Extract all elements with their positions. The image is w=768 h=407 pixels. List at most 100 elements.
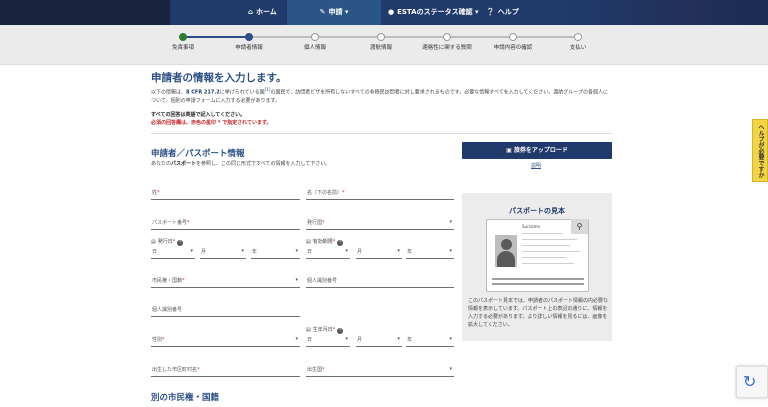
issue-month-select[interactable]: 月 ▾ bbox=[200, 245, 246, 259]
chevron-down-icon: ▾ bbox=[295, 277, 298, 283]
progress-step-label: 免責事項 bbox=[171, 45, 195, 51]
nav-home[interactable]: ⌂ ホーム bbox=[248, 0, 277, 25]
dob-year-label: 年 bbox=[407, 337, 413, 343]
nav-home-label: ホーム bbox=[256, 8, 277, 16]
person-photo-icon bbox=[495, 235, 517, 267]
passport-line bbox=[522, 233, 562, 234]
progress-step-label: 渡航情報 bbox=[369, 45, 393, 51]
required-marker: * bbox=[162, 337, 165, 343]
required-fields-note: 必須の回答欄は、赤色の星印 * で指定されています。 bbox=[151, 120, 272, 126]
chevron-down-icon: ▾ bbox=[397, 248, 400, 254]
dob-day-select[interactable]: 日 ▾ bbox=[306, 333, 350, 347]
page: ⌂ ホーム ✎ 申請 ▾ ● ESTAのステータス確認 ▾ ❔ ヘルプ 免責事項 申請者… bbox=[0, 0, 768, 407]
progress-step-dot-1 bbox=[179, 33, 187, 41]
section-subtitle: あなたのパスポートを参照し、この同じ形式ですべての情報を入力して下さい。 bbox=[151, 160, 330, 167]
birth-city-label: 出生した市区町村名 bbox=[152, 367, 198, 373]
gender-label: 性別 bbox=[152, 337, 163, 343]
person-icon: ● bbox=[388, 8, 395, 16]
surname-field[interactable]: 姓* bbox=[151, 186, 300, 200]
given-name-field[interactable]: 名（下の名前）* bbox=[306, 186, 454, 200]
chevron-down-icon: ▾ bbox=[190, 248, 193, 254]
passport-line bbox=[522, 239, 577, 240]
expiry-day-label: 日 bbox=[307, 249, 313, 255]
passport-number-field[interactable]: パスポート番号* bbox=[151, 216, 300, 230]
chevron-down-icon: ▾ bbox=[345, 248, 348, 254]
expiry-year-select[interactable]: 年 ▾ bbox=[406, 245, 454, 259]
required-marker: * bbox=[187, 220, 190, 226]
top-nav: ⌂ ホーム ✎ 申請 ▾ ● ESTAのステータス確認 ▾ ❔ ヘルプ bbox=[0, 0, 768, 25]
chevron-down-icon: ▾ bbox=[295, 248, 298, 254]
upload-help-link[interactable]: 説明 bbox=[531, 162, 541, 169]
required-marker: * bbox=[197, 367, 200, 373]
required-marker: * bbox=[342, 190, 345, 196]
passport-mrz-line bbox=[492, 278, 584, 280]
passport-line bbox=[522, 257, 566, 258]
birth-country-label: 出生国 bbox=[307, 367, 323, 373]
nav-help[interactable]: ❔ ヘルプ bbox=[486, 0, 519, 25]
progress-step-label: 支払い bbox=[569, 45, 587, 51]
citizenship-label: 市民権・国籍 bbox=[152, 278, 183, 284]
help-side-tab-label: ヘルプが必要ですか bbox=[757, 124, 764, 178]
chevron-down-icon: ▾ bbox=[449, 366, 452, 372]
progress-step-label: 適格性に関する質問 bbox=[422, 45, 472, 51]
expiry-day-select[interactable]: 日 ▾ bbox=[306, 245, 350, 259]
birth-country-select[interactable]: 出生国* ▾ bbox=[306, 363, 454, 377]
nav-left-band bbox=[0, 0, 170, 25]
required-marker: * bbox=[182, 278, 185, 284]
birth-city-field[interactable]: 出生した市区町村名* bbox=[151, 363, 300, 377]
issuing-country-select[interactable]: 発行国* ▾ bbox=[306, 216, 454, 230]
home-icon: ⌂ bbox=[248, 8, 254, 16]
personal-id-field[interactable]: 個人識別番号 bbox=[306, 274, 454, 288]
progress-track-done bbox=[183, 36, 250, 38]
nav-apply[interactable]: ✎ 申請 ▾ bbox=[287, 0, 381, 25]
chevron-down-icon: ▾ bbox=[475, 8, 479, 16]
progress-step-dot-6 bbox=[509, 33, 517, 41]
cfr-link[interactable]: 8 CFR 217.2 bbox=[186, 90, 220, 96]
help-side-tab[interactable]: ヘルプが必要ですか bbox=[752, 119, 768, 182]
passport-line bbox=[522, 245, 570, 246]
intro-pre: 以下の情報は、 bbox=[151, 89, 187, 96]
progress-step-dot-2 bbox=[245, 33, 253, 41]
search-icon[interactable]: ⚲ bbox=[571, 219, 588, 234]
progress-step-dot-5 bbox=[443, 33, 451, 41]
section-sub-bold: パスポート bbox=[171, 161, 197, 167]
camera-icon: ▣ bbox=[506, 147, 512, 154]
chevron-down-icon: ▾ bbox=[241, 248, 244, 254]
gender-select[interactable]: 性別* ▾ bbox=[151, 333, 300, 347]
chevron-down-icon: ▾ bbox=[345, 336, 348, 342]
section-title: 申請者／パスポート情報 bbox=[151, 149, 245, 159]
passport-header: Surname bbox=[522, 224, 540, 229]
issue-month-label: 月 bbox=[201, 249, 207, 255]
personal-id-field-2[interactable]: 個人識別番号 bbox=[151, 303, 300, 317]
chevron-down-icon: ▾ bbox=[449, 248, 452, 254]
progress-step-dot-3 bbox=[311, 33, 319, 41]
sample-passport-title: パスポートの見本 bbox=[509, 207, 565, 215]
photo-head bbox=[501, 239, 512, 250]
nav-right-band bbox=[568, 0, 768, 25]
issue-year-select[interactable]: 年 ▾ bbox=[251, 245, 300, 259]
dob-month-select[interactable]: 月 ▾ bbox=[356, 333, 402, 347]
personal-id2-label: 個人識別番号 bbox=[152, 307, 183, 313]
expiry-month-select[interactable]: 月 ▾ bbox=[356, 245, 402, 259]
progress-tracker: 免責事項 申請者情報 個人情報 渡航情報 適格性に関する質問 申請内容の確認 支… bbox=[0, 25, 768, 65]
citizenship-select[interactable]: 市民権・国籍* ▾ bbox=[151, 274, 300, 288]
other-citizenship-title: 別の市民権・国籍 bbox=[151, 393, 220, 403]
passport-mrz-line bbox=[492, 283, 584, 285]
recaptcha-badge[interactable]: ↻ bbox=[736, 366, 768, 398]
chevron-down-icon: ▾ bbox=[344, 8, 349, 16]
intro-rest: に挙げられている国 bbox=[219, 89, 265, 96]
progress-step-label: 申請内容の確認 bbox=[493, 45, 533, 51]
progress-step-label: 個人情報 bbox=[303, 45, 327, 51]
issue-day-select[interactable]: 日 ▾ bbox=[151, 245, 195, 259]
progress-step-label: 申請者情報 bbox=[235, 45, 263, 51]
page-title: 申請者の情報を入力します。 bbox=[151, 72, 287, 84]
intro-text: 以下の情報は、8 CFR 217.2に挙げられている国[1]の国民で、訪問者ビザ… bbox=[151, 86, 611, 105]
chevron-down-icon: ▾ bbox=[397, 336, 400, 342]
upload-passport-button[interactable]: ▣ 旅券をアップロード bbox=[462, 142, 612, 159]
photo-body bbox=[497, 251, 515, 267]
dob-year-select[interactable]: 年 ▾ bbox=[406, 333, 454, 347]
nav-status-label: ESTAのステータス確認 bbox=[397, 8, 473, 16]
dob-month-label: 月 bbox=[357, 337, 363, 343]
nav-help-label: ヘルプ bbox=[497, 8, 519, 16]
nav-status[interactable]: ● ESTAのステータス確認 ▾ bbox=[388, 0, 479, 25]
